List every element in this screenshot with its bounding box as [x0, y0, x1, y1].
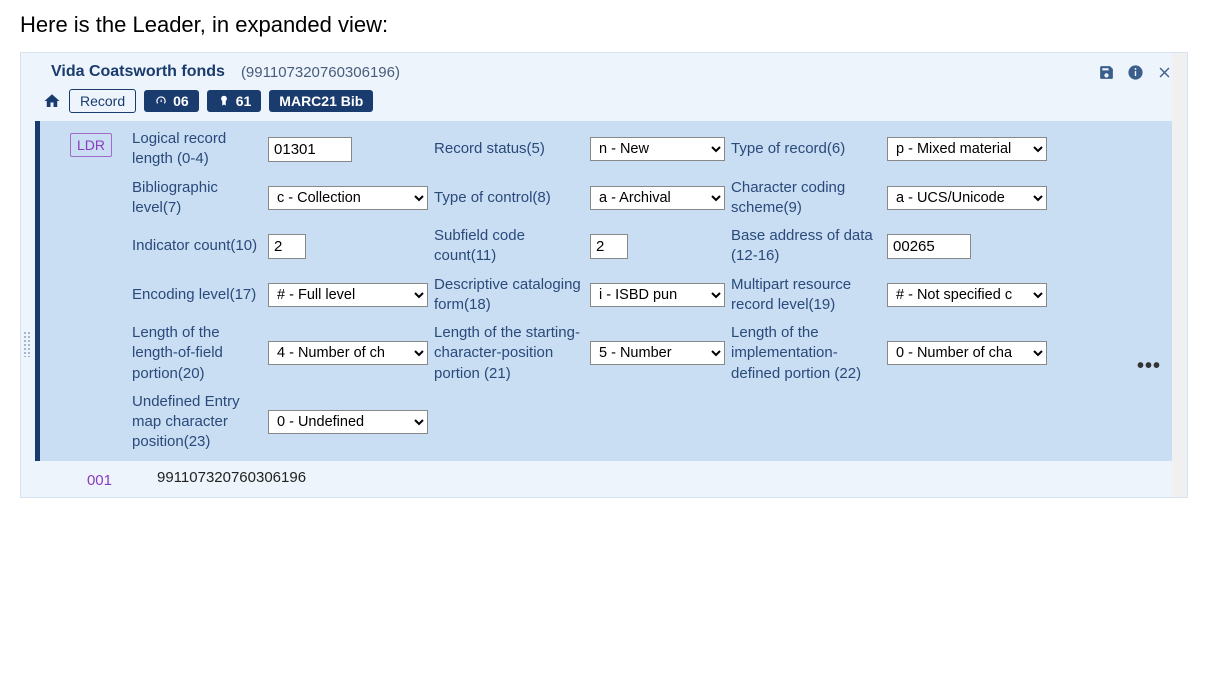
ldr-field-label: Descriptive cataloging form(18)	[434, 275, 584, 316]
ldr-field-label: Subfield code count(11)	[434, 226, 584, 267]
ldr-field-label: Multipart resource record level(19)	[731, 275, 881, 316]
ldr-tag[interactable]: LDR	[70, 133, 112, 157]
ldr-field-label: Indicator count(10)	[132, 236, 262, 256]
ldr-editor: LDR Logical record length (0-4) Record st…	[35, 121, 1183, 461]
drag-handle[interactable]	[23, 331, 32, 357]
record-title: Vida Coatsworth fonds	[51, 63, 225, 81]
record-id: (991107320760306196)	[241, 64, 400, 81]
ldr-field-input[interactable]	[268, 137, 352, 162]
ldr-field-select[interactable]: 4 - Number of ch	[268, 341, 428, 365]
ldr-field-label: Length of the implementation-defined por…	[731, 323, 881, 384]
scrollbar[interactable]	[1172, 53, 1187, 497]
ldr-field-label: Encoding level(17)	[132, 285, 262, 305]
ldr-field-select[interactable]: 5 - Number	[590, 341, 725, 365]
record-button[interactable]: Record	[69, 89, 136, 113]
ldr-field-label: Character coding scheme(9)	[731, 178, 881, 219]
format-badge[interactable]: MARC21 Bib	[269, 90, 373, 112]
ldr-field-input[interactable]	[887, 234, 971, 259]
ldr-field-select[interactable]: i - ISBD pun	[590, 283, 725, 307]
ldr-field-select[interactable]: n - New	[590, 137, 725, 161]
ldr-field-select[interactable]: p - Mixed material	[887, 137, 1047, 161]
ldr-field-input[interactable]	[268, 234, 306, 259]
ldr-field-label: Length of the length-of-field portion(20…	[132, 323, 262, 384]
home-icon[interactable]	[43, 92, 61, 110]
ldr-field-select[interactable]: 0 - Number of cha	[887, 341, 1047, 365]
more-menu-icon[interactable]: •••	[1137, 355, 1161, 378]
ldr-field-label: Length of the starting-character-positio…	[434, 323, 584, 384]
ldr-field-select[interactable]: a - Archival	[590, 186, 725, 210]
ldr-field-label: Logical record length (0-4)	[132, 129, 262, 170]
ldr-field-label: Record status(5)	[434, 139, 584, 159]
close-icon[interactable]	[1156, 64, 1173, 81]
speed-badge-label: 06	[173, 93, 189, 109]
format-badge-label: MARC21 Bib	[279, 93, 363, 109]
award-badge-label: 61	[236, 93, 252, 109]
ldr-field-select[interactable]: c - Collection	[268, 186, 428, 210]
ldr-field-label: Type of record(6)	[731, 139, 881, 159]
page-heading: Here is the Leader, in expanded view:	[0, 0, 1208, 52]
speed-badge[interactable]: 06	[144, 90, 199, 112]
ldr-field-select[interactable]: # - Full level	[268, 283, 428, 307]
field-001-row: 001 991107320760306196	[21, 465, 1187, 497]
ldr-field-label: Undefined Entry map character position(2…	[132, 392, 262, 453]
ldr-field-input[interactable]	[590, 234, 628, 259]
award-badge[interactable]: 61	[207, 90, 262, 112]
ldr-field-select[interactable]: 0 - Undefined	[268, 410, 428, 434]
save-icon[interactable]	[1098, 64, 1115, 81]
panel-header: Vida Coatsworth fonds (99110732076030619…	[21, 53, 1187, 85]
info-icon[interactable]	[1127, 64, 1144, 81]
ldr-field-label: Bibliographic level(7)	[132, 178, 262, 219]
field-001-value: 991107320760306196	[127, 469, 306, 489]
record-panel: Vida Coatsworth fonds (99110732076030619…	[20, 52, 1188, 498]
ldr-field-select[interactable]: # - Not specified c	[887, 283, 1047, 307]
ldr-field-label: Type of control(8)	[434, 188, 584, 208]
ldr-grid: Logical record length (0-4) Record status…	[112, 129, 1181, 453]
ldr-field-select[interactable]: a - UCS/Unicode	[887, 186, 1047, 210]
field-001-tag: 001	[65, 472, 127, 489]
toolbar: Record 06 61 MARC21 Bib	[21, 85, 1187, 121]
ldr-field-label: Base address of data (12-16)	[731, 226, 881, 267]
